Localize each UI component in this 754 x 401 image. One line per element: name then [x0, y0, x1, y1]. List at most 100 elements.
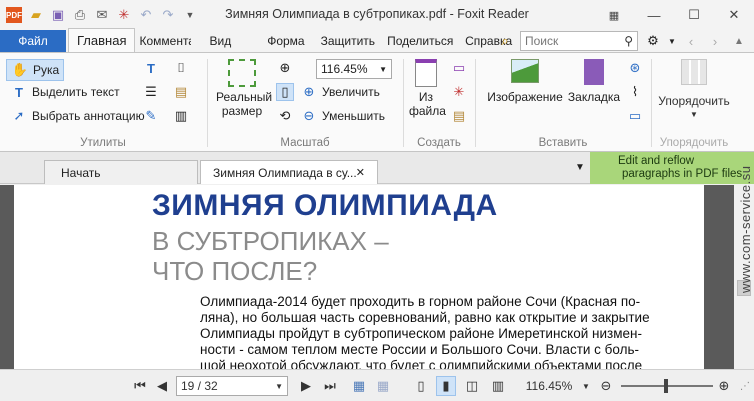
chevron-down-icon: ▼ [275, 381, 283, 391]
scanner-icon[interactable]: ✳ [450, 83, 468, 101]
open-folder-icon[interactable]: ▰ [28, 7, 44, 23]
tools-group: ✋ Рука T Выделить текст ➚ Выбрать аннота… [0, 53, 206, 153]
bookmark-icon [584, 59, 604, 85]
ribbon: ✋ Рука T Выделить текст ➚ Выбрать аннота… [0, 52, 754, 152]
from-file-button[interactable]: Из файла [408, 59, 446, 118]
attachment-icon[interactable]: ⌇ [626, 83, 644, 101]
forward-icon[interactable]: › [706, 32, 724, 50]
highlight-icon[interactable]: ✎ [142, 107, 160, 125]
first-page-icon[interactable]: ⏮ [132, 376, 148, 396]
typewriter-icon[interactable]: T [142, 59, 160, 77]
save-icon[interactable]: ▣ [50, 7, 66, 23]
print-icon[interactable]: ⎙ [72, 7, 88, 23]
find-folder-icon[interactable]: ⌕ [496, 32, 514, 50]
page-number-input[interactable]: 19 / 32 ▼ [176, 376, 288, 396]
zoom-out-button[interactable]: ⊖ Уменьшить [300, 107, 385, 125]
zoom-select[interactable]: 116.45% ▼ [316, 59, 392, 79]
tab-comment[interactable]: Комментарий [135, 30, 191, 52]
facing-page-icon[interactable]: ◫ [462, 376, 482, 396]
paragraph-line: Олимпиада-2014 будет проходить в горном … [200, 294, 641, 309]
tab-document[interactable]: Зимняя Олимпиада в су... ✕ [200, 160, 378, 184]
single-page-icon[interactable]: ▯ [412, 376, 430, 396]
resize-grip-icon[interactable]: ⋰ [738, 376, 752, 396]
document-viewport[interactable]: ЗИМНЯЯ ОЛИМПИАДА В СУБТРОПИКАХ – ЧТО ПОС… [0, 185, 734, 369]
previous-page-icon[interactable]: ◀ [154, 376, 170, 396]
tools-group-label: Утилиты [80, 137, 126, 149]
close-tab-icon[interactable]: ✕ [356, 166, 365, 179]
zoom-slider-knob[interactable] [664, 379, 668, 393]
insert-group: Изображение Закладка ⊛ ⌇ ▭ Вставить [476, 53, 650, 153]
tab-form[interactable]: Форма [259, 30, 312, 52]
article-heading: ЗИМНЯЯ ОЛИМПИАДА [152, 189, 498, 222]
back-icon[interactable]: ‹ [682, 32, 700, 50]
hand-icon: ✋ [11, 62, 29, 77]
minimize-button[interactable]: — [634, 0, 674, 30]
clipboard-icon[interactable]: ▤ [172, 83, 190, 101]
tab-protect[interactable]: Защитить [313, 30, 383, 52]
redo-icon[interactable]: ↷ [160, 7, 176, 23]
continuous-view-icon[interactable]: ▦ [374, 376, 392, 396]
search-icon[interactable]: ⚲ [624, 34, 633, 48]
actual-size-button[interactable]: Реальный размер [214, 59, 272, 118]
arrange-group: Упорядочить ▼ Упорядочить [652, 53, 736, 153]
search-input[interactable]: Поиск ⚲ [520, 31, 638, 51]
create-group-label: Создать [417, 137, 461, 149]
next-page-icon[interactable]: ▶ [298, 376, 314, 396]
tab-start[interactable]: Начать [44, 160, 198, 184]
magic-wand-icon[interactable]: ✳ [116, 7, 132, 23]
article-subheading-2: ЧТО ПОСЛЕ? [152, 256, 318, 286]
video-icon[interactable]: ▭ [626, 107, 644, 125]
article-subheading-1: В СУБТРОПИКАХ – [152, 226, 389, 256]
zoom-dropdown-icon[interactable]: ▼ [580, 376, 592, 396]
zoom-in-button[interactable]: ⊕ Увеличить [300, 83, 380, 101]
image-button[interactable]: Изображение [487, 59, 563, 104]
close-button[interactable]: ✕ [714, 0, 754, 30]
tab-view[interactable]: Вид [201, 30, 239, 52]
select-text-button[interactable]: T Выделить текст [10, 83, 120, 101]
collapse-ribbon-icon[interactable]: ▲ [730, 32, 748, 50]
fit-width-icon[interactable]: ▥ [172, 107, 190, 125]
fit-visible-icon[interactable]: ▯ [276, 83, 294, 101]
chevron-down-icon: ▼ [690, 110, 698, 119]
status-bar: ⏮ ◀ 19 / 32 ▼ ▶ ⏭ ▦ ▦ ▯ ▮ ◫ ▥ 116.45% ▼ … [0, 369, 754, 401]
paragraph-line: ности - самом теплом месте России и Боль… [200, 342, 640, 357]
tab-list-dropdown-icon[interactable]: ▼ [575, 162, 585, 173]
image-icon [511, 59, 539, 83]
restore-ribbon-icon[interactable]: ▦ [594, 0, 634, 30]
zoom-out-icon[interactable]: ⊖ [598, 376, 614, 396]
select-annotation-button[interactable]: ➚ Выбрать аннотацию [10, 107, 145, 125]
rotate-icon[interactable]: ⟲ [276, 107, 294, 125]
last-page-icon[interactable]: ⏭ [322, 376, 338, 396]
hand-tool-button[interactable]: ✋ Рука [6, 59, 65, 81]
ribbon-tabs: Файл Главная Комментарий Вид Форма Защит… [0, 28, 754, 52]
gear-icon[interactable]: ⚙ [644, 32, 662, 50]
tab-file[interactable]: Файл [0, 30, 66, 52]
actual-size-icon [228, 59, 256, 87]
edit-reflow-promo[interactable]: Edit and reflow paragraphs in PDF files [590, 152, 754, 184]
bookmark-button[interactable]: Закладка [566, 59, 622, 104]
zoom-in-icon: ⊕ [303, 84, 315, 99]
foxit-logo-icon: PDF [6, 7, 22, 23]
blank-page-icon[interactable]: ▭ [450, 59, 468, 77]
pdf-page[interactable]: ЗИМНЯЯ ОЛИМПИАДА В СУБТРОПИКАХ – ЧТО ПОС… [14, 185, 704, 369]
arrange-button[interactable]: Упорядочить ▼ [654, 59, 734, 122]
note-icon[interactable]: ☰ [142, 83, 160, 101]
camera-icon[interactable]: ⌷ [172, 59, 190, 77]
email-icon[interactable]: ✉ [94, 7, 110, 23]
globe-icon[interactable]: ⊛ [626, 59, 644, 77]
chevron-down-icon[interactable]: ▼ [668, 32, 676, 50]
maximize-button[interactable]: ☐ [674, 0, 714, 30]
fit-page-icon[interactable]: ⊕ [276, 59, 294, 77]
page-view-icon[interactable]: ▦ [350, 376, 368, 396]
zoom-in-icon[interactable]: ⊕ [716, 376, 732, 396]
continuous-page-icon[interactable]: ▮ [436, 376, 456, 396]
undo-icon[interactable]: ↶ [138, 7, 154, 23]
quick-access-toolbar: PDF ▰ ▣ ⎙ ✉ ✳ ↶ ↷ ▼ [0, 0, 198, 30]
continuous-facing-icon[interactable]: ▥ [488, 376, 508, 396]
tab-share[interactable]: Поделиться [383, 30, 457, 52]
create-group: Из файла ▭ ✳ ▤ Создать [404, 53, 474, 153]
customize-dropdown-icon[interactable]: ▼ [182, 7, 198, 23]
zoom-group: Реальный размер ⊕ ▯ ⟲ 116.45% ▼ ⊕ Увелич… [208, 53, 402, 153]
tab-home[interactable]: Главная [68, 28, 136, 52]
clipboard-pdf-icon[interactable]: ▤ [450, 107, 468, 125]
